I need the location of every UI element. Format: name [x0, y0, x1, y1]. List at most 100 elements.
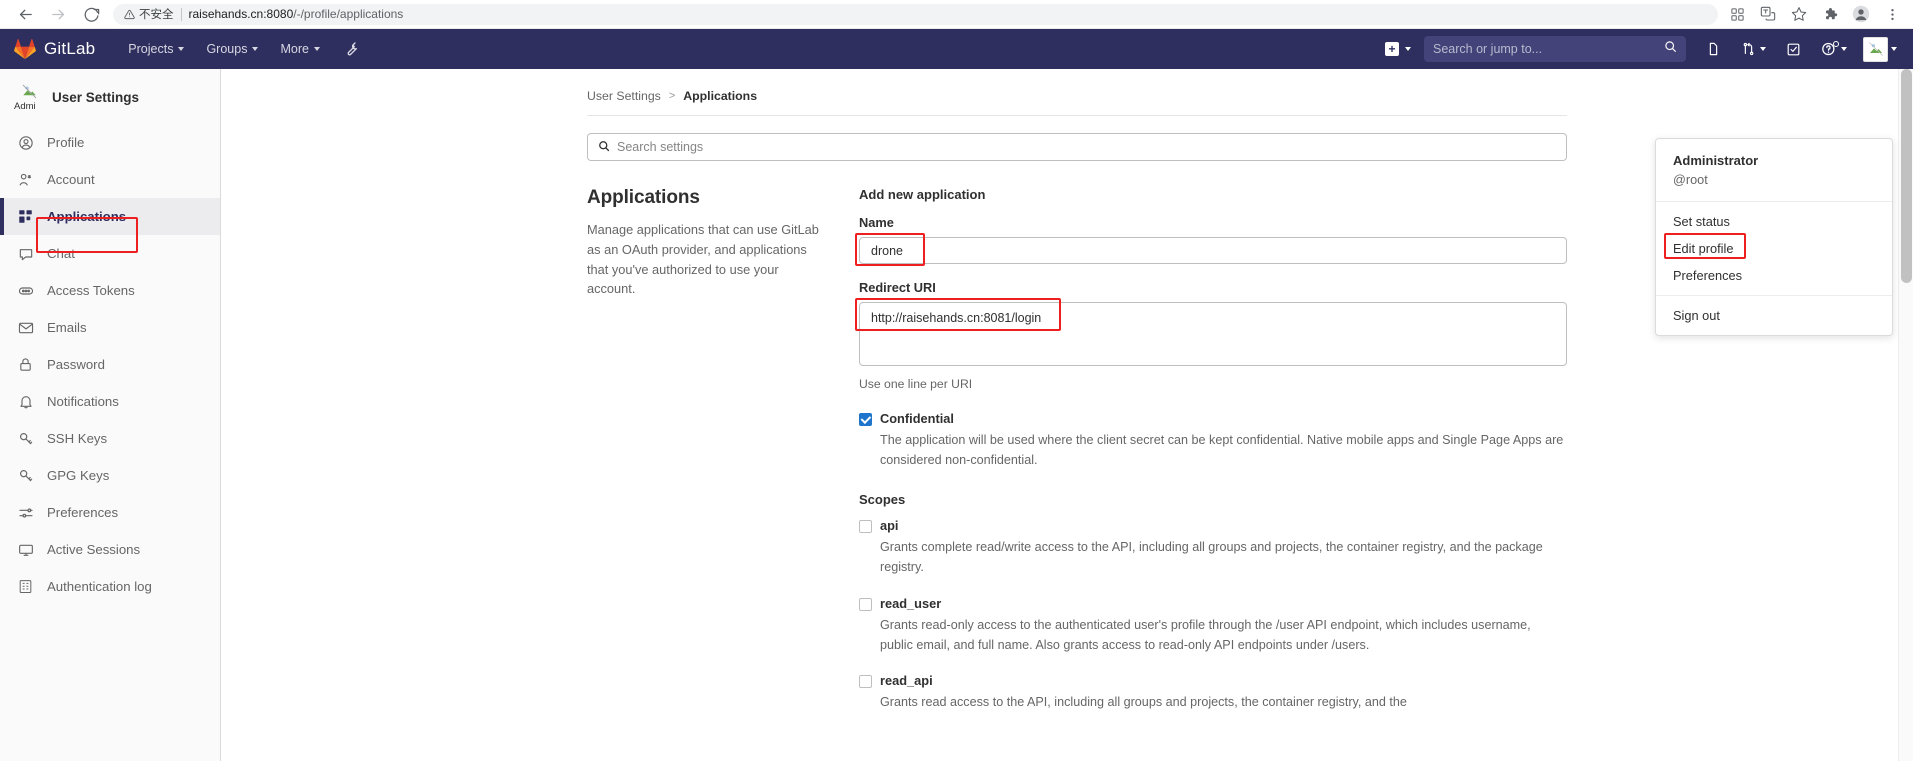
scope-read-api-checkbox[interactable] [859, 675, 872, 688]
reload-icon[interactable] [82, 5, 101, 24]
sidebar-item-label: Active Sessions [47, 542, 140, 557]
scope-api-checkbox[interactable] [859, 520, 872, 533]
confidential-checkbox-row[interactable]: Confidential [859, 411, 1567, 426]
token-icon [17, 282, 34, 299]
gitlab-brand-text: GitLab [44, 39, 95, 59]
applications-grid-icon [17, 208, 34, 225]
extensions-puzzle-icon[interactable] [1821, 5, 1839, 23]
envelope-icon [17, 319, 34, 336]
scope-api-row[interactable]: api [859, 518, 1567, 533]
sidebar-item-ssh-keys[interactable]: SSH Keys [0, 420, 220, 457]
todos-icon[interactable] [1776, 36, 1811, 63]
global-search-box[interactable] [1424, 36, 1686, 62]
forward-arrow-icon[interactable] [49, 5, 68, 24]
profile-avatar-icon[interactable] [1852, 5, 1870, 23]
admin-wrench-icon[interactable] [331, 35, 371, 63]
scope-api-label: api [880, 518, 899, 533]
page-scrollbar[interactable] [1898, 69, 1913, 761]
search-icon [1664, 40, 1677, 58]
dropdown-user-handle: @root [1673, 171, 1875, 189]
sidebar-avatar-alt: Admi [14, 101, 36, 112]
sidebar-item-label: Preferences [47, 505, 118, 520]
monitor-icon [17, 541, 34, 558]
scope-item-read-user: read_user Grants read-only access to the… [859, 596, 1567, 655]
dropdown-item-sign-out[interactable]: Sign out [1656, 302, 1892, 329]
dropdown-item-preferences[interactable]: Preferences [1656, 262, 1892, 289]
page-body: Admi User Settings Profile Account [0, 69, 1913, 761]
sidebar-item-chat[interactable]: Chat [0, 235, 220, 272]
sidebar-item-notifications[interactable]: Notifications [0, 383, 220, 420]
page-title: Applications [587, 187, 829, 209]
dropdown-item-set-status[interactable]: Set status [1656, 208, 1892, 235]
insecure-warning-text: 不安全 [139, 6, 174, 22]
redirect-uri-help: Use one line per URI [859, 377, 1567, 391]
sidebar-item-profile[interactable]: Profile [0, 124, 220, 161]
sidebar-item-applications[interactable]: Applications [0, 198, 220, 235]
address-bar[interactable]: 不安全 raisehands.cn:8080/-/profile/applica… [113, 4, 1718, 25]
help-icon[interactable] [1811, 35, 1857, 63]
redirect-uri-label: Redirect URI [859, 280, 1567, 295]
sidebar-item-gpg-keys[interactable]: GPG Keys [0, 457, 220, 494]
chevron-down-icon [314, 47, 320, 51]
help-notification-dot [1833, 41, 1839, 47]
search-settings-input[interactable] [617, 140, 1556, 154]
sidebar-item-emails[interactable]: Emails [0, 309, 220, 346]
gitlab-home-link[interactable]: GitLab [14, 38, 95, 60]
chevron-down-icon [178, 47, 184, 51]
scope-read-user-checkbox[interactable] [859, 598, 872, 611]
sliders-icon [17, 504, 34, 521]
sidebar-item-preferences[interactable]: Preferences [0, 494, 220, 531]
scope-read-api-row[interactable]: read_api [859, 673, 1567, 688]
redirect-uri-textarea[interactable] [859, 302, 1567, 366]
page-scrollbar-thumb[interactable] [1901, 69, 1912, 283]
merge-requests-icon[interactable] [1731, 35, 1776, 63]
nav-projects[interactable]: Projects [117, 36, 195, 62]
scope-read-api-description: Grants read access to the API, including… [880, 692, 1567, 712]
sidebar-item-label: Password [47, 357, 105, 372]
bookmark-star-icon[interactable] [1790, 5, 1808, 23]
sidebar-item-label: Chat [47, 246, 75, 261]
applications-description-block: Applications Manage applications that ca… [587, 187, 859, 730]
browser-menu-icon[interactable] [1883, 5, 1901, 23]
scope-read-user-label: read_user [880, 596, 941, 611]
sidebar-item-access-tokens[interactable]: Access Tokens [0, 272, 220, 309]
sidebar-item-label: Access Tokens [47, 283, 135, 298]
nav-more[interactable]: More [269, 36, 330, 62]
application-name-input[interactable] [859, 237, 1567, 264]
qr-code-icon[interactable] [1728, 5, 1746, 23]
nav-groups[interactable]: Groups [195, 36, 269, 62]
translate-icon[interactable] [1759, 5, 1777, 23]
sidebar-item-password[interactable]: Password [0, 346, 220, 383]
gitlab-main-menu: Projects Groups More [117, 35, 371, 63]
create-new-button[interactable]: + [1376, 36, 1420, 62]
sidebar-item-account[interactable]: Account [0, 161, 220, 198]
scope-read-user-row[interactable]: read_user [859, 596, 1567, 611]
user-menu-button[interactable]: Administ [1861, 35, 1901, 64]
key-icon [17, 430, 34, 447]
sidebar-nav-list: Profile Account Applications Chat [0, 124, 220, 605]
chevron-down-icon [252, 47, 258, 51]
sidebar-item-active-sessions[interactable]: Active Sessions [0, 531, 220, 568]
avatar: Administ [1863, 37, 1888, 62]
form-title: Add new application [859, 187, 1567, 202]
nav-projects-label: Projects [128, 42, 173, 56]
back-arrow-icon[interactable] [16, 5, 35, 24]
sidebar-item-label: SSH Keys [47, 431, 107, 446]
dropdown-item-edit-profile[interactable]: Edit profile [1656, 235, 1892, 262]
breadcrumb-current: Applications [683, 89, 757, 103]
dropdown-user-info: Administrator @root [1656, 139, 1892, 201]
plus-square-icon: + [1385, 42, 1399, 56]
scope-api-description: Grants complete read/write access to the… [880, 537, 1567, 577]
issues-icon[interactable] [1696, 35, 1731, 63]
breadcrumb-parent[interactable]: User Settings [587, 89, 661, 103]
chevron-down-icon [1760, 47, 1766, 51]
dropdown-user-name: Administrator [1673, 152, 1875, 171]
nav-more-label: More [280, 42, 308, 56]
search-input[interactable] [1433, 42, 1664, 56]
confidential-checkbox[interactable] [859, 413, 872, 426]
user-dropdown-menu: Administrator @root Set status Edit prof… [1655, 138, 1893, 336]
search-settings-box[interactable] [587, 133, 1567, 161]
sidebar-item-authentication-log[interactable]: Authentication log [0, 568, 220, 605]
account-key-icon [17, 171, 34, 188]
bell-icon [17, 393, 34, 410]
